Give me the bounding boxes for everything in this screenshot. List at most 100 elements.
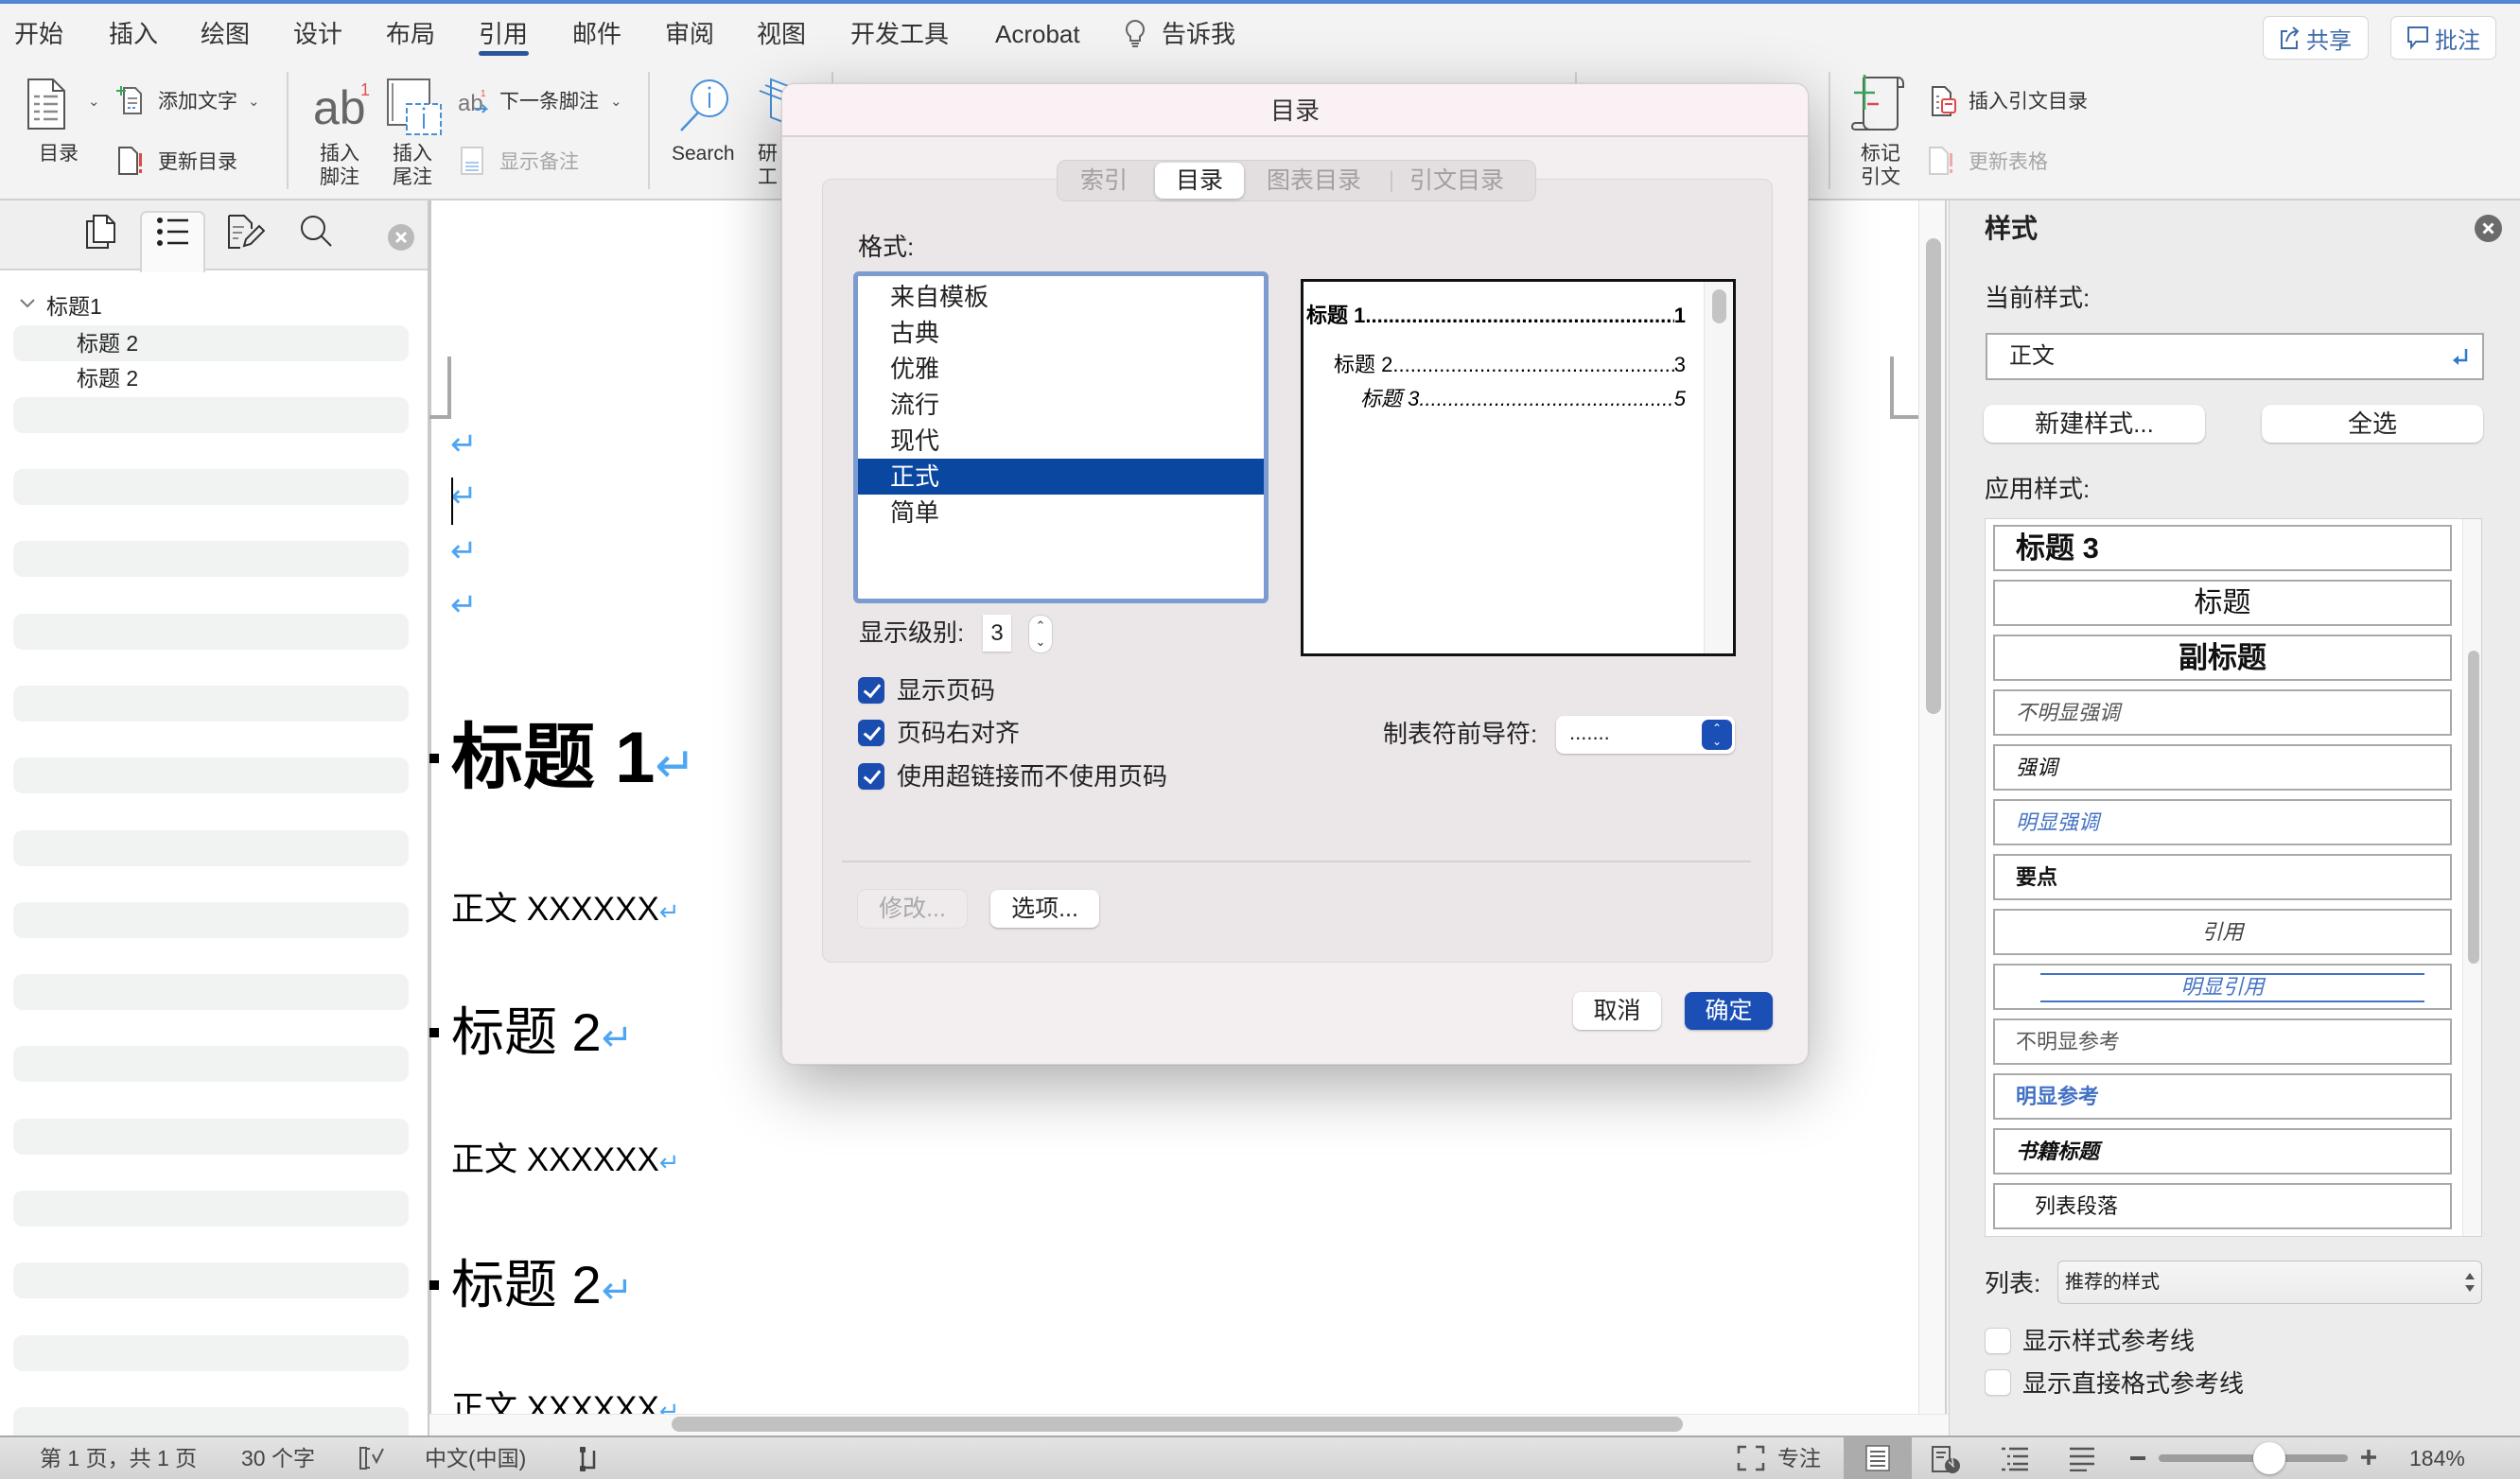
- style-item[interactable]: 明显强调: [1993, 799, 2452, 845]
- tab-home[interactable]: 开始: [14, 15, 63, 53]
- mark-citation-button[interactable]: 标记 引文: [1848, 74, 1911, 193]
- zoom-level[interactable]: 184%: [2409, 1437, 2465, 1479]
- show-style-guides-checkbox[interactable]: [1985, 1328, 2011, 1354]
- comments-button[interactable]: 批注: [2390, 16, 2496, 60]
- tab-acrobat[interactable]: Acrobat: [995, 15, 1080, 53]
- chevron-down-icon[interactable]: [19, 297, 36, 310]
- print-layout-button[interactable]: [1844, 1437, 1912, 1479]
- zoom-slider[interactable]: [2159, 1442, 2348, 1474]
- close-icon[interactable]: [388, 224, 414, 251]
- show-levels-input[interactable]: 3: [983, 615, 1011, 652]
- zoom-slider-thumb[interactable]: [2253, 1442, 2285, 1474]
- language[interactable]: 中文(中国): [425, 1437, 526, 1479]
- tab-table-of-figures[interactable]: 图表目录: [1256, 163, 1372, 199]
- body-paragraph[interactable]: 正文 XXXXXX↵: [451, 1387, 680, 1414]
- cancel-button[interactable]: 取消: [1573, 992, 1661, 1030]
- style-item[interactable]: 要点: [1993, 854, 2452, 900]
- format-option[interactable]: 流行: [858, 387, 1264, 423]
- insert-footnote-button[interactable]: ab 1 插入 脚注: [308, 78, 375, 193]
- web-layout-icon[interactable]: [1930, 1445, 1964, 1475]
- select-all-button[interactable]: 全选: [2262, 405, 2483, 443]
- tab-table-of-authorities[interactable]: 引文目录: [1400, 163, 1514, 199]
- tab-index[interactable]: 索引: [1065, 163, 1143, 199]
- heading-2-paragraph[interactable]: 标题 2↵: [451, 1252, 633, 1324]
- heading-2-paragraph[interactable]: 标题 2↵: [451, 1000, 633, 1071]
- focus-icon[interactable]: [1737, 1445, 1765, 1471]
- chevron-down-icon[interactable]: ⌄: [610, 93, 622, 110]
- zoom-in-button[interactable]: [2360, 1449, 2377, 1466]
- tab-leader-select[interactable]: ....... ⌃ ⌄: [1556, 716, 1735, 754]
- horizontal-scroll-thumb[interactable]: [672, 1417, 1683, 1432]
- format-option[interactable]: 现代: [858, 423, 1264, 459]
- style-item[interactable]: 不明显参考: [1993, 1018, 2452, 1065]
- heading-item[interactable]: 标题1: [46, 288, 102, 324]
- pages-icon[interactable]: [84, 214, 122, 252]
- style-item[interactable]: 强调: [1993, 744, 2452, 791]
- close-icon[interactable]: [2475, 215, 2502, 242]
- toc-button[interactable]: 目录: [23, 76, 85, 184]
- format-option[interactable]: 古典: [858, 315, 1264, 351]
- vertical-scroll-thumb[interactable]: [1926, 238, 1941, 714]
- new-style-button[interactable]: 新建样式...: [1984, 405, 2205, 443]
- focus-mode-button[interactable]: 专注: [1777, 1437, 1821, 1479]
- tab-layout[interactable]: 布局: [386, 15, 435, 53]
- search-button[interactable]: Search: [668, 76, 740, 170]
- stepper-down-icon[interactable]: ⌄: [1029, 634, 1052, 650]
- current-style-field[interactable]: 正文: [1986, 333, 2484, 380]
- tab-developer[interactable]: 开发工具: [850, 15, 949, 53]
- tab-insert[interactable]: 插入: [109, 15, 158, 53]
- heading-item[interactable]: 标题 2: [77, 325, 138, 361]
- style-item[interactable]: 标题 3: [1993, 525, 2452, 571]
- style-item[interactable]: 列表段落: [1993, 1183, 2452, 1229]
- ok-button[interactable]: 确定: [1685, 992, 1773, 1030]
- dialog-title-bar[interactable]: 目录: [782, 84, 1808, 137]
- format-option[interactable]: 优雅: [858, 351, 1264, 387]
- search-icon[interactable]: [299, 214, 337, 252]
- show-page-numbers-checkbox[interactable]: [858, 677, 884, 704]
- update-table-button[interactable]: 更新表格: [1969, 150, 2048, 175]
- insert-endnote-button[interactable]: 插入 尾注: [383, 76, 446, 193]
- style-item[interactable]: 明显参考: [1993, 1073, 2452, 1120]
- modify-button[interactable]: 修改...: [858, 890, 967, 928]
- chevron-down-icon[interactable]: ⌄: [88, 93, 100, 110]
- show-direct-formatting-guides-checkbox[interactable]: [1985, 1369, 2011, 1396]
- insert-table-of-authorities-button[interactable]: 插入引文目录: [1969, 90, 2088, 114]
- share-button[interactable]: 共享: [2263, 16, 2369, 60]
- body-paragraph[interactable]: 正文 XXXXXX↵: [451, 888, 680, 933]
- proofing-icon[interactable]: [358, 1445, 386, 1471]
- list-filter-select[interactable]: 推荐的样式: [2057, 1261, 2482, 1304]
- format-option[interactable]: 简单: [858, 495, 1264, 531]
- horizontal-scrollbar[interactable]: [429, 1414, 1949, 1436]
- stepper-up-icon[interactable]: ⌃: [1029, 618, 1052, 634]
- tab-references[interactable]: 引用: [479, 15, 528, 53]
- outline-icon[interactable]: [156, 214, 194, 252]
- options-button[interactable]: 选项...: [990, 890, 1099, 928]
- next-footnote-button[interactable]: 下一条脚注: [499, 90, 599, 114]
- outline-view-icon[interactable]: [2000, 1445, 2030, 1471]
- style-item[interactable]: 不明显强调: [1993, 689, 2452, 736]
- tab-design[interactable]: 设计: [293, 15, 342, 53]
- tell-me-search[interactable]: 告诉我: [1162, 15, 1235, 53]
- page-info[interactable]: 第 1 页，共 1 页: [40, 1437, 197, 1479]
- tab-mailings[interactable]: 邮件: [572, 15, 621, 53]
- style-list-scroll-thumb[interactable]: [2468, 651, 2479, 964]
- tab-view[interactable]: 视图: [757, 15, 806, 53]
- update-toc-button[interactable]: 更新目录: [158, 150, 237, 175]
- right-align-page-numbers-checkbox[interactable]: [858, 720, 884, 746]
- body-paragraph[interactable]: 正文 XXXXXX↵: [451, 1139, 680, 1184]
- edit-icon[interactable]: [227, 214, 265, 252]
- tab-review[interactable]: 审阅: [665, 15, 714, 53]
- style-item[interactable]: 明显引用: [1993, 964, 2452, 1010]
- zoom-out-button[interactable]: [2130, 1456, 2145, 1460]
- format-option[interactable]: 来自模板: [858, 279, 1264, 315]
- tab-draw[interactable]: 绘图: [201, 15, 250, 53]
- format-list[interactable]: 来自模板 古典 优雅 流行 现代 正式 简单: [853, 271, 1269, 603]
- style-item[interactable]: 副标题: [1993, 635, 2452, 681]
- use-hyperlinks-checkbox[interactable]: [858, 763, 884, 790]
- tab-table-of-contents[interactable]: 目录: [1155, 163, 1244, 199]
- chevron-down-icon[interactable]: ⌄: [248, 93, 260, 110]
- word-count[interactable]: 30 个字: [241, 1437, 315, 1479]
- show-notes-button[interactable]: 显示备注: [499, 150, 579, 175]
- style-list-scrollbar[interactable]: [2462, 519, 2481, 1236]
- style-item[interactable]: 标题: [1993, 580, 2452, 626]
